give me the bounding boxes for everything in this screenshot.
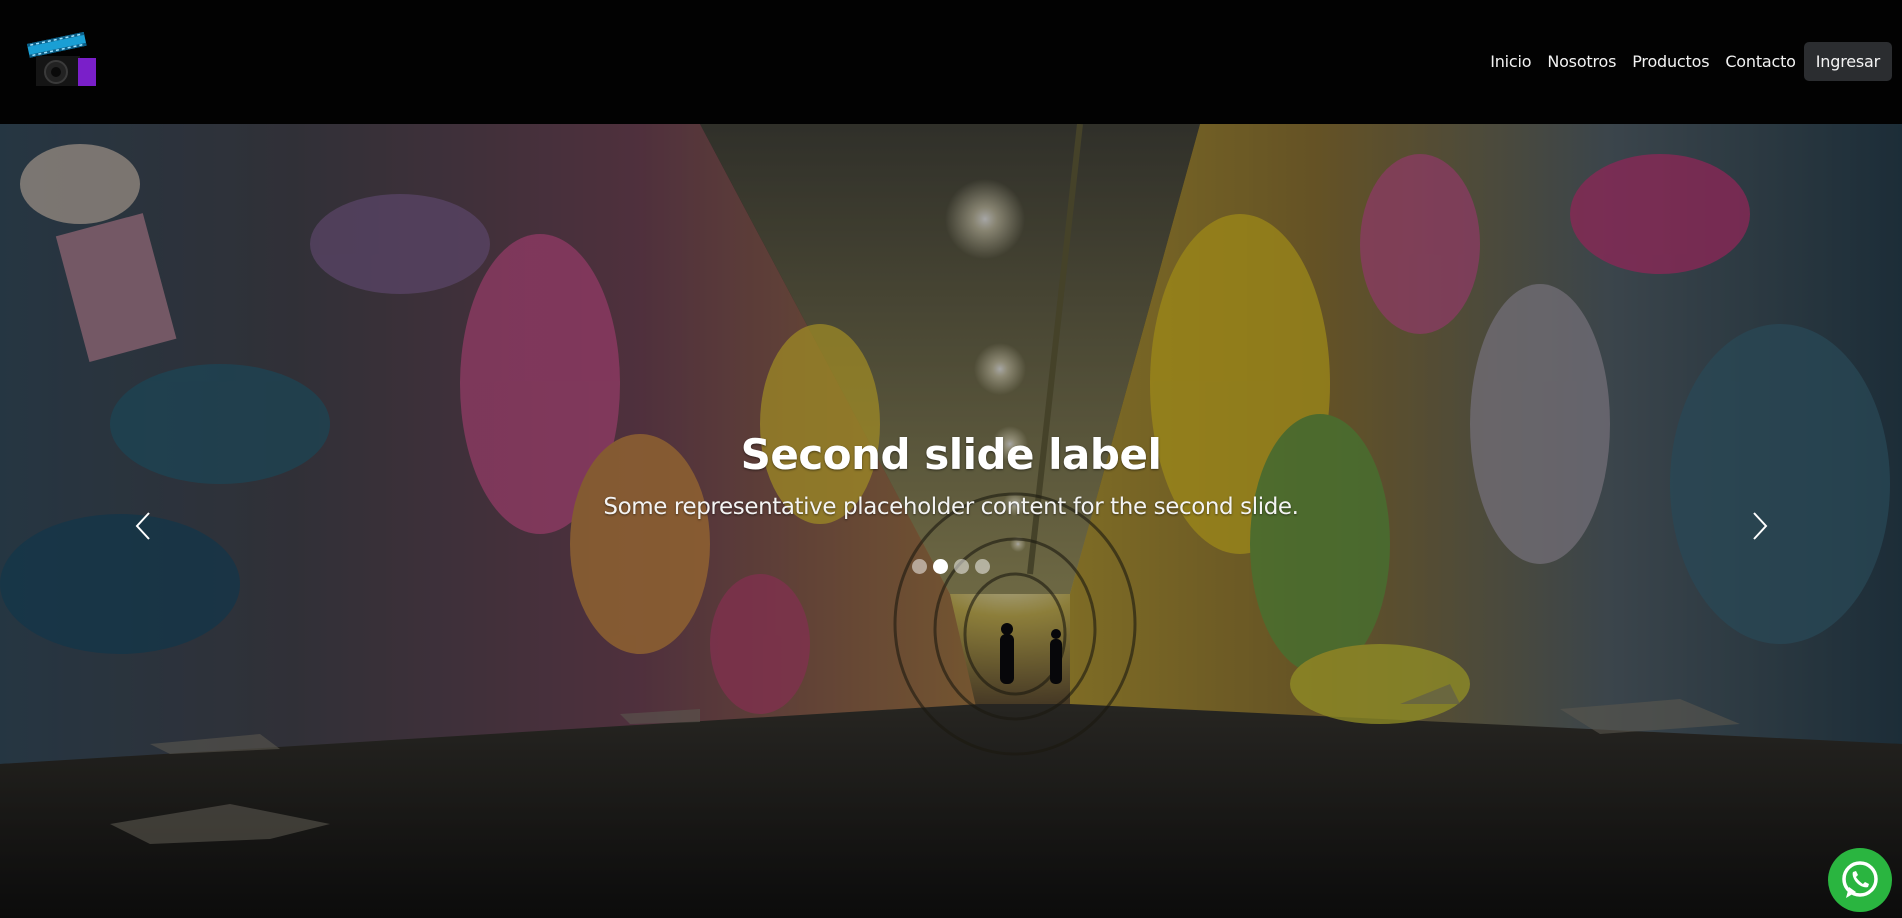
whatsapp-icon — [1842, 861, 1878, 898]
carousel-indicator-4[interactable] — [975, 559, 990, 574]
nav-link-productos[interactable]: Productos — [1624, 52, 1717, 71]
hero-carousel: Second slide label Some representative p… — [0, 124, 1902, 918]
carousel-next-button[interactable] — [1730, 496, 1790, 556]
whatsapp-button[interactable] — [1828, 848, 1892, 912]
slide-description: Some representative placeholder content … — [603, 494, 1299, 520]
carousel-indicator-3[interactable] — [954, 559, 969, 574]
navbar: Inicio Nosotros Productos Contacto Ingre… — [0, 0, 1902, 124]
login-button[interactable]: Ingresar — [1803, 42, 1892, 81]
chevron-right-icon — [1753, 512, 1768, 540]
carousel-indicators — [0, 559, 1902, 574]
nav-link-inicio[interactable]: Inicio — [1482, 52, 1539, 71]
carousel-indicator-2[interactable] — [933, 559, 948, 574]
slide-title: Second slide label — [740, 430, 1162, 479]
carousel-indicator-1[interactable] — [912, 559, 927, 574]
graffiti-tunnel-image — [0, 124, 1902, 918]
nav-links: Inicio Nosotros Productos Contacto Ingre… — [1482, 42, 1892, 81]
nav-link-contacto[interactable]: Contacto — [1717, 52, 1803, 71]
film-camera-logo-icon[interactable] — [26, 31, 98, 88]
chevron-left-icon — [135, 512, 150, 540]
carousel-prev-button[interactable] — [113, 496, 173, 556]
nav-link-nosotros[interactable]: Nosotros — [1539, 52, 1624, 71]
